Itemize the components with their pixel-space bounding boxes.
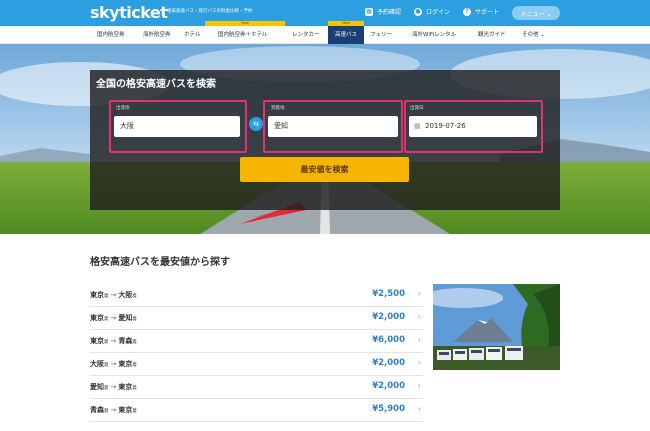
route-row[interactable]: 東京発 → 大阪着 ¥2,500 ›: [90, 284, 423, 307]
chevron-right-icon: ›: [417, 335, 421, 344]
date-input[interactable]: ▦ 2019-07-26: [409, 116, 537, 137]
new-tag: New: [328, 21, 364, 26]
search-button[interactable]: 最安値を検索: [240, 157, 409, 182]
routes-title: 格安高速バスを最安値から探す: [90, 257, 230, 268]
chevron-right-icon: ›: [417, 289, 421, 298]
menu-button[interactable]: メニュー ⌄: [512, 6, 560, 20]
route-from: 大阪: [90, 360, 104, 368]
booking-check-label: 予約確認: [377, 9, 402, 16]
arrow-right-icon: →: [110, 291, 117, 299]
arrow-right-icon: →: [110, 314, 117, 322]
login-link[interactable]: ● ログイン: [414, 7, 450, 16]
arrow-right-icon: →: [110, 337, 117, 345]
nav-rental-car[interactable]: レンタカー: [292, 26, 320, 44]
route-to: 愛知: [118, 314, 133, 322]
nav-other[interactable]: その他 ⌄: [522, 26, 545, 44]
user-icon: ●: [414, 7, 422, 16]
login-label: ログイン: [426, 9, 451, 16]
arrow-right-icon: →: [110, 383, 117, 391]
route-to: 東京: [118, 360, 133, 368]
bus-photo: [433, 284, 560, 370]
nav-domestic-flights[interactable]: 国内航空券: [97, 26, 125, 44]
route-price: ¥2,000: [372, 381, 405, 391]
chevron-right-icon: ›: [417, 312, 421, 321]
bus-depot-illustration: [433, 284, 560, 370]
arrow-right-icon: →: [110, 360, 117, 368]
nav-flight-hotel[interactable]: 国内航空券＋ホテル: [218, 26, 268, 44]
route-from: 東京: [90, 337, 104, 345]
departure-label: 出発地: [116, 106, 130, 111]
route-from: 青森: [90, 406, 104, 414]
search-title: 全国の格安高速バスを検索: [96, 79, 216, 90]
route-row[interactable]: 東京発 → 青森着 ¥6,000 ›: [90, 330, 423, 353]
route-row[interactable]: 青森発 → 東京着 ¥5,900 ›: [90, 399, 423, 422]
chevron-right-icon: ›: [417, 381, 421, 390]
route-row[interactable]: 大阪発 → 東京着 ¥2,000 ›: [90, 353, 423, 376]
nav-travel-guide[interactable]: 観光ガイド: [478, 26, 506, 44]
nav-international-flights[interactable]: 海外航空券: [143, 26, 171, 44]
arrow-right-icon: →: [110, 406, 117, 414]
route-price: ¥5,900: [372, 404, 405, 414]
logo[interactable]: skyticket: [90, 3, 168, 22]
nav-wifi-rental[interactable]: 海外WiFiレンタル: [412, 26, 456, 44]
route-from: 東京: [90, 314, 104, 322]
support-label: サポート: [475, 9, 500, 16]
route-to: 青森: [118, 337, 133, 345]
calendar-icon: ▦: [414, 122, 421, 130]
calendar-icon: ▦: [365, 7, 373, 16]
site-header: skyticket 格安高速バス・夜行バスの料金比較・予約 ▦ 予約確認 ● ロ…: [0, 0, 650, 26]
support-link[interactable]: ? サポート: [463, 7, 499, 16]
nav-hotel[interactable]: ホテル: [184, 26, 201, 44]
chevron-right-icon: ›: [417, 404, 421, 413]
route-from: 愛知: [90, 383, 104, 391]
chevron-right-icon: ›: [417, 358, 421, 367]
question-icon: ?: [463, 7, 471, 16]
category-nav: 国内航空券 海外航空券 ホテル 国内航空券＋ホテル New レンタカー 高速バス…: [0, 21, 650, 44]
date-label: 出発日: [410, 106, 424, 111]
route-price: ¥2,500: [372, 289, 405, 299]
route-price: ¥2,000: [372, 312, 405, 322]
route-from: 東京: [90, 291, 104, 299]
route-to: 大阪: [118, 291, 133, 299]
route-to: 東京: [118, 406, 133, 414]
arrival-input[interactable]: 愛知: [268, 116, 398, 137]
route-price: ¥2,000: [372, 358, 405, 368]
route-price: ¥6,000: [372, 335, 405, 345]
nav-highway-bus[interactable]: 高速バス: [328, 26, 364, 44]
new-tag: New: [205, 21, 285, 26]
departure-input[interactable]: 大阪: [114, 116, 240, 137]
route-row[interactable]: 東京発 → 愛知着 ¥2,000 ›: [90, 307, 423, 330]
swap-icon[interactable]: ⇆: [249, 117, 263, 131]
booking-check-link[interactable]: ▦ 予約確認: [365, 7, 401, 16]
route-to: 東京: [118, 383, 133, 391]
tagline: 格安高速バス・夜行バスの料金比較・予約: [167, 9, 253, 14]
arrival-label: 到着地: [271, 106, 285, 111]
date-value: 2019-07-26: [425, 122, 466, 130]
nav-ferry[interactable]: フェリー: [370, 26, 392, 44]
route-row[interactable]: 愛知発 → 東京着 ¥2,000 ›: [90, 376, 423, 399]
